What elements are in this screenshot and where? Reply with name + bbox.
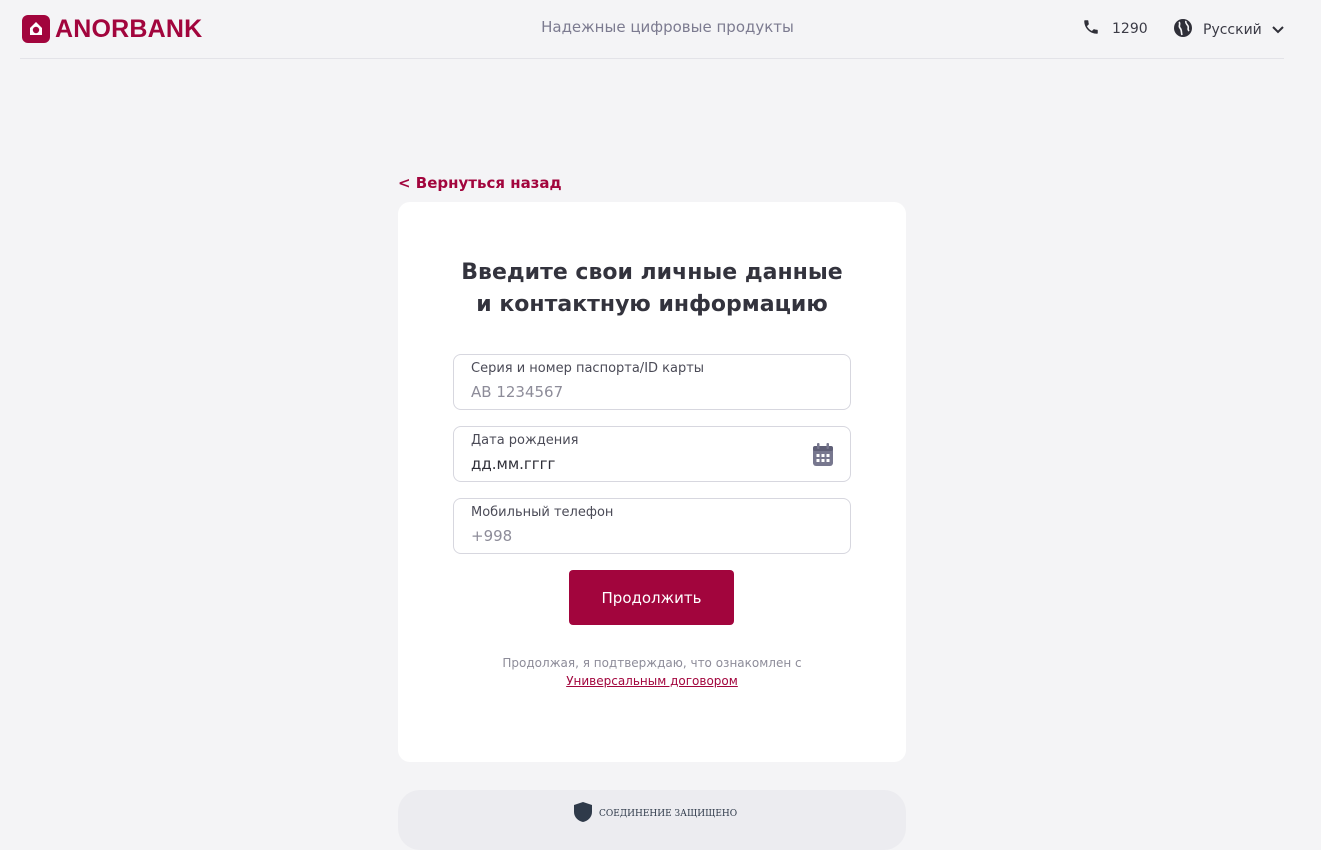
language-label: Русский: [1203, 22, 1262, 38]
form-title-line2: и контактную информацию: [476, 292, 828, 317]
phone-icon: [1082, 18, 1100, 40]
birth-date-field[interactable]: Дата рождения: [453, 426, 851, 482]
tagline: Надежные цифровые продукты: [541, 18, 794, 36]
security-badge: Соединение защищено: [572, 801, 737, 826]
security-badge-text: Соединение защищено: [599, 808, 738, 819]
language-selector[interactable]: Русский: [1173, 18, 1284, 42]
globe-icon: [1173, 18, 1193, 42]
anorbank-logo-icon: [22, 15, 50, 43]
brand-name: ANORBANK: [55, 14, 203, 43]
phone-contact[interactable]: 1290: [1082, 18, 1148, 40]
passport-label: Серия и номер паспорта/ID карты: [471, 361, 705, 376]
chevron-down-icon: [1272, 22, 1284, 38]
consent-note: Продолжая, я подтверждаю, что ознакомлен…: [398, 654, 906, 690]
universal-agreement-link[interactable]: Универсальным договором: [566, 674, 738, 688]
birth-date-input[interactable]: [471, 454, 791, 474]
passport-field[interactable]: Серия и номер паспорта/ID карты: [453, 354, 851, 410]
mobile-phone-label: Мобильный телефон: [471, 505, 614, 520]
phone-number: 1290: [1112, 21, 1148, 37]
calendar-icon[interactable]: [812, 443, 834, 471]
mobile-phone-field[interactable]: Мобильный телефон: [453, 498, 851, 554]
logo[interactable]: ANORBANK: [22, 14, 202, 44]
continue-button[interactable]: Продолжить: [569, 570, 734, 625]
passport-input[interactable]: [471, 382, 791, 402]
birth-date-label: Дата рождения: [471, 433, 579, 448]
shield-icon: [572, 801, 594, 826]
header: ANORBANK Надежные цифровые продукты 1290…: [20, 0, 1284, 59]
consent-text: Продолжая, я подтверждаю, что ознакомлен…: [502, 656, 802, 670]
back-link[interactable]: < Вернуться назад: [398, 174, 562, 192]
form-card: Введите свои личные данные и контактную …: [398, 202, 906, 762]
security-badge-panel: Соединение защищено: [398, 790, 906, 850]
form-title-line1: Введите свои личные данные: [461, 260, 843, 285]
mobile-phone-input[interactable]: [471, 526, 791, 546]
form-title: Введите свои личные данные и контактную …: [398, 257, 906, 321]
